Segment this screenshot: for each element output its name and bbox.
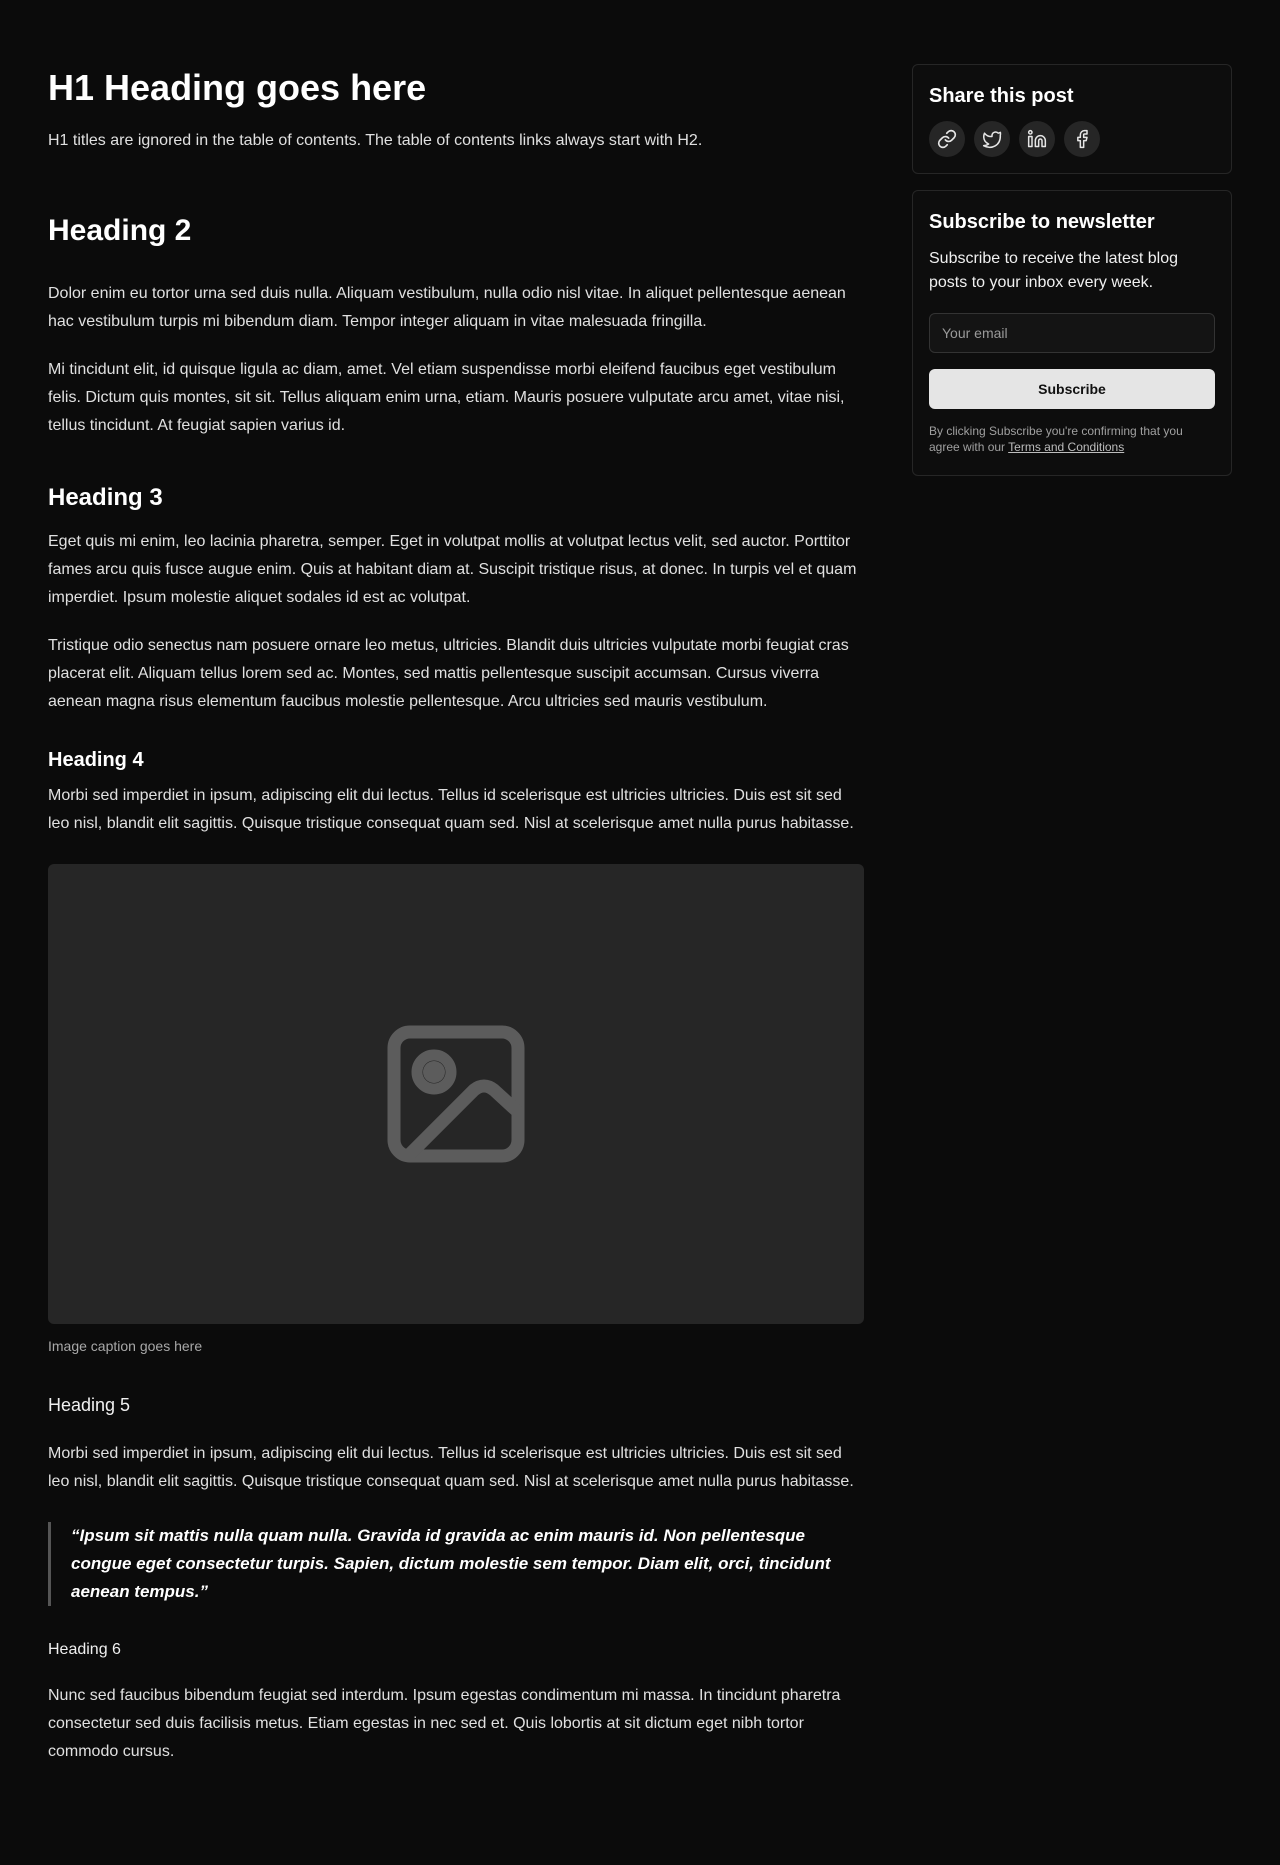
terms-text: By clicking Subscribe you're confirming … — [929, 423, 1215, 455]
share-title: Share this post — [929, 85, 1074, 107]
share-twitter-button[interactable] — [974, 121, 1010, 157]
image-caption: Image caption goes here — [48, 1338, 203, 1354]
share-card: Share this post — [912, 64, 1232, 174]
heading-6: Heading 6 — [48, 1641, 121, 1658]
newsletter-card: Subscribe to newsletter Subscribe to rec… — [912, 190, 1232, 476]
heading-4: Heading 4 — [48, 749, 144, 771]
share-link-button[interactable] — [929, 121, 965, 157]
heading-3: Heading 3 — [48, 484, 163, 511]
linkedin-icon — [1027, 129, 1047, 148]
paragraph: Morbi sed imperdiet in ipsum, adipiscing… — [48, 1445, 854, 1490]
paragraph: Mi tincidunt elit, id quisque ligula ac … — [48, 361, 845, 434]
heading-5: Heading 5 — [48, 1395, 131, 1415]
twitter-icon — [982, 131, 1002, 149]
newsletter-description: Subscribe to receive the latest blog pos… — [929, 250, 1179, 291]
image-placeholder-icon — [387, 1025, 525, 1163]
newsletter-title: Subscribe to newsletter — [929, 211, 1155, 233]
share-facebook-button[interactable] — [1064, 121, 1100, 157]
link-icon — [937, 129, 957, 149]
paragraph: Dolor enim eu tortor urna sed duis nulla… — [48, 285, 846, 330]
paragraph: Nunc sed faucibus bibendum feugiat sed i… — [48, 1687, 841, 1760]
paragraph: Eget quis mi enim, leo lacinia pharetra,… — [48, 533, 857, 606]
page-title: H1 Heading goes here — [48, 67, 427, 108]
terms-link[interactable]: Terms and Conditions — [1008, 440, 1124, 454]
subscribe-button[interactable]: Subscribe — [929, 369, 1215, 409]
facebook-icon — [1077, 129, 1088, 149]
article: H1 Heading goes here H1 titles are ignor… — [48, 54, 864, 1786]
blockquote: “Ipsum sit mattis nulla quam nulla. Grav… — [48, 1522, 864, 1606]
sidebar: Share this post Subscribe to newsletter … — [912, 64, 1232, 476]
intro-text: H1 titles are ignored in the table of co… — [48, 132, 703, 149]
article-image — [48, 864, 864, 1324]
paragraph: Morbi sed imperdiet in ipsum, adipiscing… — [48, 787, 854, 832]
email-field[interactable] — [929, 313, 1215, 353]
heading-2: Heading 2 — [48, 214, 192, 247]
share-linkedin-button[interactable] — [1019, 121, 1055, 157]
share-buttons — [929, 121, 1215, 157]
paragraph: Tristique odio senectus nam posuere orna… — [48, 637, 849, 710]
